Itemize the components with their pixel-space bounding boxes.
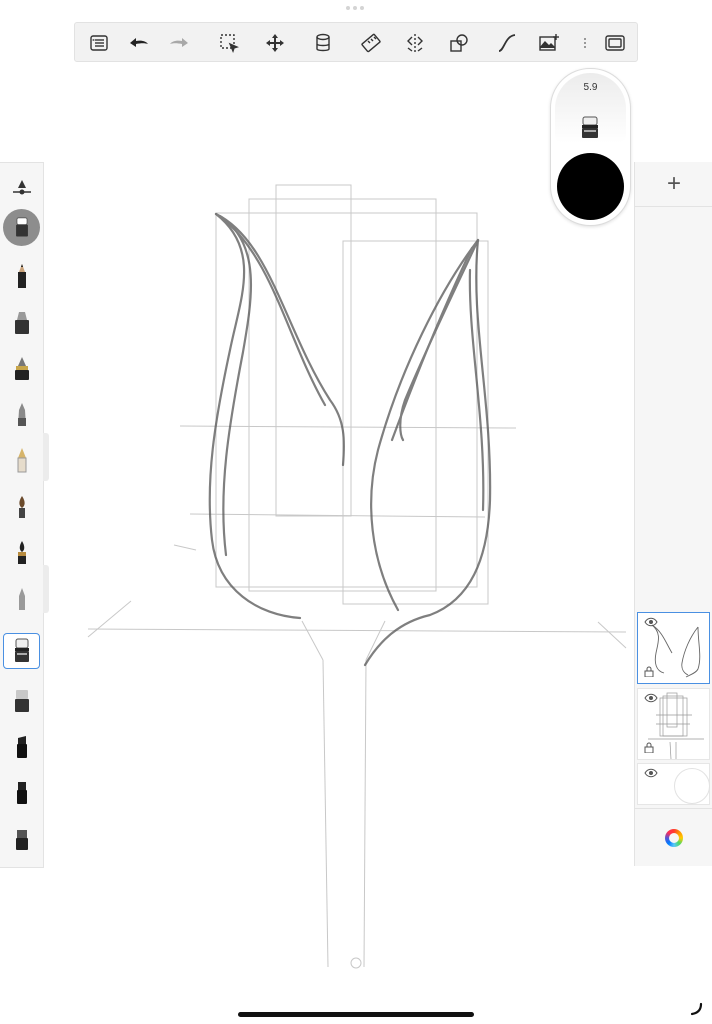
brush-circle-selected[interactable] [3,209,40,246]
menu-icon[interactable] [81,23,117,63]
ink-pen-icon[interactable] [3,351,40,387]
redo-icon[interactable] [161,23,197,63]
marker-icon[interactable] [3,305,40,341]
separator-icon [578,23,592,63]
hard-eraser-icon[interactable] [3,683,40,719]
layer-lock-icon[interactable] [644,666,654,677]
layer-visibility-icon[interactable] [644,693,658,703]
layer-lock-icon[interactable] [644,742,654,753]
current-color-swatch[interactable] [557,153,624,220]
layers-panel: + [634,162,712,866]
brush-palette [0,162,44,868]
fountain-pen-icon[interactable] [3,443,40,479]
palette-pull-tab-lower[interactable] [43,565,49,613]
undo-icon[interactable] [121,23,157,63]
layer-background[interactable] [637,763,710,805]
color-wheel-icon [665,829,683,847]
home-indicator[interactable] [238,1012,474,1017]
shapes-icon[interactable] [441,23,477,63]
background-color-swatch[interactable] [674,768,710,804]
transform-icon[interactable] [257,23,293,63]
brush-puck[interactable]: 5.9 [550,68,631,226]
chisel-marker-icon[interactable] [3,729,40,765]
curve-icon[interactable] [489,23,525,63]
add-layer-button[interactable]: + [635,162,712,207]
ruler-icon[interactable] [353,23,389,63]
palette-pull-tab-upper[interactable] [43,433,49,481]
soft-brush-icon[interactable] [3,581,40,617]
layer-sketch[interactable] [637,612,710,684]
symmetry-icon[interactable] [397,23,433,63]
top-toolbar [74,22,638,62]
corner-gesture-icon [690,1002,703,1016]
airbrush-icon[interactable] [3,397,40,433]
fill-icon[interactable] [305,23,341,63]
eraser-brush-icon[interactable] [3,633,40,669]
brush-size-value: 5.9 [583,82,598,93]
brush-settings-icon[interactable] [3,171,40,207]
block-marker-icon[interactable] [3,775,40,811]
fullscreen-icon[interactable] [597,23,633,63]
pencil-icon[interactable] [3,259,40,295]
layer-visibility-icon[interactable] [644,768,658,778]
add-image-icon[interactable] [531,23,567,63]
toolbar-grabber[interactable] [346,6,366,10]
color-picker-button[interactable] [635,808,712,867]
layer-visibility-icon[interactable] [644,617,658,627]
flat-marker-icon[interactable] [3,821,40,857]
current-brush-icon [578,115,602,141]
ink-brush-icon[interactable] [3,535,40,571]
selection-icon[interactable] [211,23,247,63]
layer-guides[interactable] [637,688,710,760]
paintbrush-icon[interactable] [3,489,40,525]
